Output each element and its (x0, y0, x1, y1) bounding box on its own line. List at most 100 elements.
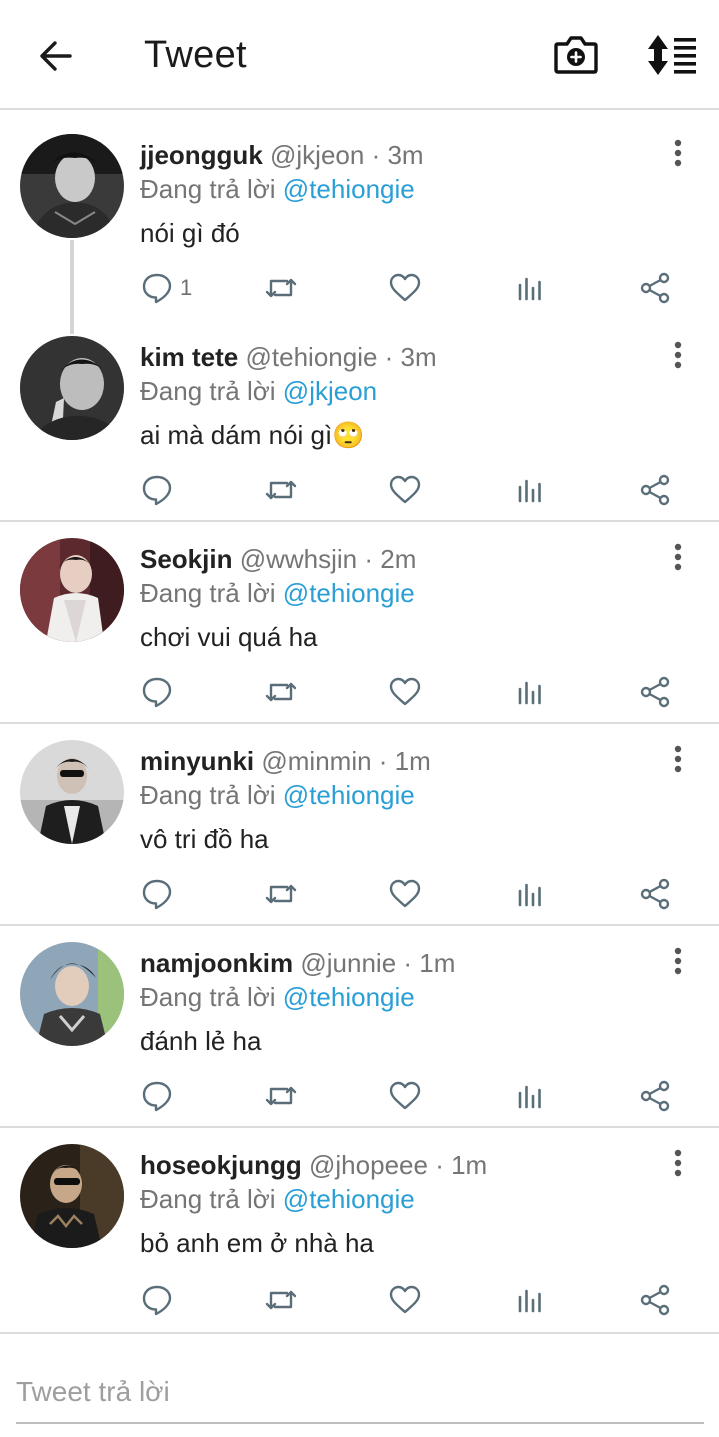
avatar[interactable] (20, 538, 124, 642)
tweet-item[interactable]: jjeongguk @jkjeon · 3m Đang trả lời @teh… (0, 112, 719, 334)
reply-button[interactable] (140, 1076, 180, 1116)
like-icon (389, 475, 421, 504)
mention-link[interactable]: @tehiongie (283, 1184, 415, 1214)
username[interactable]: @jkjeon (270, 140, 364, 170)
mention-link[interactable]: @tehiongie (283, 780, 415, 810)
more-options-button[interactable] (664, 1146, 692, 1180)
analytics-button[interactable] (514, 1076, 548, 1116)
more-options-button[interactable] (664, 136, 692, 170)
username[interactable]: @jhopeee (309, 1150, 428, 1180)
tweet-meta: hoseokjungg @jhopeee · 1m (140, 1150, 487, 1181)
username[interactable]: @junnie (300, 948, 396, 978)
username[interactable]: @tehiongie (246, 342, 378, 372)
tweet-item[interactable]: minyunki @minmin · 1m Đang trả lời @tehi… (0, 726, 719, 926)
like-button[interactable] (388, 1280, 422, 1320)
reply-icon (142, 677, 172, 708)
sort-button[interactable] (644, 32, 700, 78)
avatar[interactable] (20, 942, 124, 1046)
reply-count: 1 (180, 275, 193, 300)
retweet-icon (265, 480, 297, 500)
more-options-button[interactable] (664, 944, 692, 978)
like-button[interactable] (388, 672, 422, 712)
share-button[interactable] (638, 268, 672, 308)
retweet-button[interactable] (264, 1280, 298, 1320)
tweet-text: ai mà dám nói gì🙄 (140, 420, 365, 450)
tweet-meta: namjoonkim @junnie · 1m (140, 948, 455, 979)
tweet-text: vô tri đồ ha (140, 824, 269, 854)
avatar[interactable] (20, 740, 124, 844)
share-button[interactable] (638, 1076, 672, 1116)
share-button[interactable] (638, 874, 672, 914)
retweet-icon (265, 278, 297, 298)
top-app-bar: Tweet (0, 0, 719, 110)
reply-prefix: Đang trả lời (140, 982, 276, 1012)
like-icon (389, 273, 421, 302)
camera-button[interactable] (552, 32, 600, 78)
reply-prefix: Đang trả lời (140, 780, 276, 810)
display-name[interactable]: jjeongguk (140, 140, 263, 170)
like-button[interactable] (388, 874, 422, 914)
arrow-left-icon (40, 41, 72, 71)
retweet-button[interactable] (264, 672, 298, 712)
display-name[interactable]: kim tete (140, 342, 238, 372)
display-name[interactable]: hoseokjungg (140, 1150, 302, 1180)
analytics-icon (518, 479, 541, 503)
avatar[interactable] (20, 336, 124, 440)
analytics-button[interactable] (514, 672, 548, 712)
display-name[interactable]: namjoonkim (140, 948, 293, 978)
tweet-item[interactable]: Seokjin @wwhsjin · 2m Đang trả lời @tehi… (0, 524, 719, 724)
more-vertical-icon (674, 947, 682, 975)
share-icon (640, 1284, 670, 1316)
share-button[interactable] (638, 1280, 672, 1320)
analytics-button[interactable] (514, 874, 548, 914)
more-options-button[interactable] (664, 338, 692, 372)
analytics-icon (518, 277, 541, 301)
timestamp: · 1m (403, 948, 456, 978)
mention-link[interactable]: @tehiongie (283, 174, 415, 204)
like-button[interactable] (388, 1076, 422, 1116)
retweet-button[interactable] (264, 268, 298, 308)
analytics-button[interactable] (514, 470, 548, 510)
mention-link[interactable]: @jkjeon (283, 376, 377, 406)
more-options-button[interactable] (664, 742, 692, 776)
analytics-icon (518, 1289, 541, 1313)
tweet-item[interactable]: hoseokjungg @jhopeee · 1m Đang trả lời @… (0, 1130, 719, 1330)
share-icon (640, 1080, 670, 1112)
analytics-button[interactable] (514, 268, 548, 308)
mention-link[interactable]: @tehiongie (283, 982, 415, 1012)
share-button[interactable] (638, 470, 672, 510)
retweet-button[interactable] (264, 1076, 298, 1116)
reply-button[interactable]: 1 (140, 268, 192, 308)
like-button[interactable] (388, 268, 422, 308)
like-icon (389, 1081, 421, 1110)
timestamp: · 3m (384, 342, 437, 372)
tweet-item[interactable]: kim tete @tehiongie · 3m Đang trả lời @j… (0, 314, 719, 522)
username[interactable]: @minmin (261, 746, 371, 776)
reply-button[interactable] (140, 470, 180, 510)
display-name[interactable]: Seokjin (140, 544, 232, 574)
reply-button[interactable] (140, 874, 180, 914)
like-button[interactable] (388, 470, 422, 510)
page-title: Tweet (144, 34, 247, 76)
reply-button[interactable] (140, 1280, 180, 1320)
display-name[interactable]: minyunki (140, 746, 254, 776)
tweet-item[interactable]: namjoonkim @junnie · 1m Đang trả lời @te… (0, 928, 719, 1128)
tweet-text: đánh lẻ ha (140, 1026, 262, 1056)
retweet-icon (265, 884, 297, 904)
share-button[interactable] (638, 672, 672, 712)
reply-input[interactable] (16, 1362, 704, 1424)
back-button[interactable] (34, 34, 78, 78)
mention-link[interactable]: @tehiongie (283, 578, 415, 608)
reply-button[interactable] (140, 672, 180, 712)
analytics-button[interactable] (514, 1280, 548, 1320)
timestamp: · 2m (364, 544, 417, 574)
more-options-button[interactable] (664, 540, 692, 574)
tweet-text: chơi vui quá ha (140, 622, 318, 652)
retweet-button[interactable] (264, 874, 298, 914)
avatar[interactable] (20, 1144, 124, 1248)
replying-to: Đang trả lời @tehiongie (140, 1184, 415, 1215)
reply-prefix: Đang trả lời (140, 578, 276, 608)
avatar[interactable] (20, 134, 124, 238)
retweet-button[interactable] (264, 470, 298, 510)
username[interactable]: @wwhsjin (240, 544, 357, 574)
